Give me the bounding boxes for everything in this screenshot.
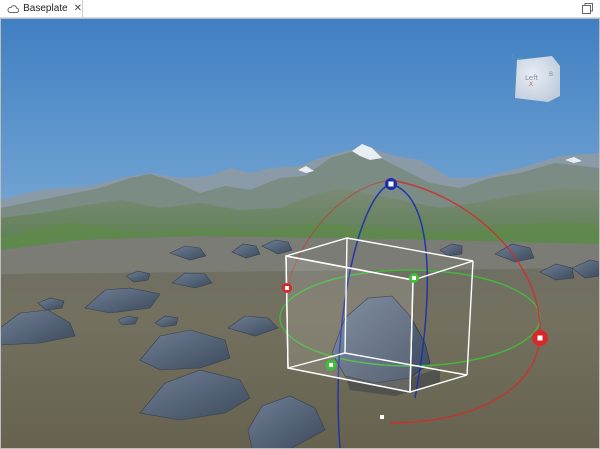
tab-baseplate[interactable]: Baseplate ✕	[0, 0, 83, 17]
rotate-handle-red-left[interactable]	[282, 283, 292, 293]
tab-label: Baseplate	[23, 3, 68, 14]
axis-x-label: X	[529, 81, 533, 88]
axis-z-label: Z	[550, 101, 554, 108]
restore-window-icon[interactable]	[581, 2, 594, 15]
rotate-handle-green-bottom[interactable]	[325, 359, 337, 371]
close-icon[interactable]: ✕	[74, 0, 82, 17]
3d-viewport[interactable]: Left B Y X Z	[0, 18, 600, 449]
pivot-marker	[380, 415, 384, 419]
view-cube-face-right: B	[549, 71, 553, 78]
axis-y-label: Y	[510, 53, 515, 60]
cloud-icon	[7, 4, 20, 13]
rotate-handle-green-top[interactable]	[409, 273, 419, 283]
tab-bar: Baseplate ✕	[0, 0, 600, 18]
rotate-handle-red-right[interactable]	[532, 330, 548, 346]
scene: Left B Y X Z	[0, 18, 600, 449]
rotate-handle-blue[interactable]	[385, 178, 397, 190]
